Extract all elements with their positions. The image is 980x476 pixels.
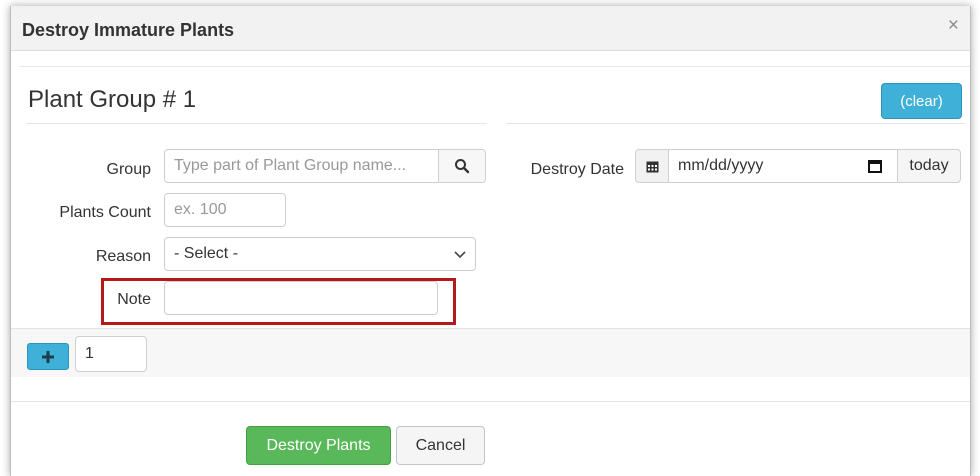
destroy-immature-plants-modal: Destroy Immature Plants × Plant Group # … (10, 6, 971, 476)
reason-select[interactable]: - Select - (164, 237, 476, 271)
divider-left (26, 123, 487, 124)
divider-right (506, 123, 965, 124)
modal-title: Destroy Immature Plants (22, 20, 235, 40)
destroy-date-placeholder: mm/dd/yyyy (678, 157, 764, 174)
search-icon (455, 159, 470, 174)
group-label: Group (106, 161, 151, 178)
add-count-input[interactable] (75, 336, 147, 372)
group-input[interactable] (164, 149, 439, 183)
add-plant-group-button[interactable] (27, 343, 69, 370)
footer-divider (11, 401, 970, 402)
destroy-date-calendar-addon (635, 149, 669, 183)
cancel-button[interactable]: Cancel (396, 426, 485, 465)
destroy-date-input[interactable]: mm/dd/yyyy (668, 149, 898, 183)
reason-label: Reason (95, 248, 151, 265)
plus-icon (42, 351, 54, 363)
modal-header: Destroy Immature Plants × (11, 6, 970, 51)
today-button[interactable]: today (897, 149, 961, 183)
reason-selected-value: - Select - (174, 245, 239, 262)
plants-count-input[interactable] (164, 193, 286, 227)
plants-count-label: Plants Count (59, 204, 151, 221)
content-divider (19, 66, 970, 67)
calendar-icon (646, 161, 658, 173)
close-icon[interactable]: × (948, 15, 959, 37)
destroy-date-label: Destroy Date (530, 161, 624, 178)
calendar-picker-icon[interactable] (868, 159, 882, 173)
plant-group-title: Plant Group # 1 (28, 86, 197, 113)
note-highlight-box (101, 278, 456, 325)
chevron-down-icon (454, 251, 466, 259)
add-row-band (11, 329, 970, 377)
clear-button[interactable]: (clear) (881, 83, 962, 119)
destroy-plants-button[interactable]: Destroy Plants (246, 426, 391, 465)
group-search-button[interactable] (438, 149, 486, 183)
